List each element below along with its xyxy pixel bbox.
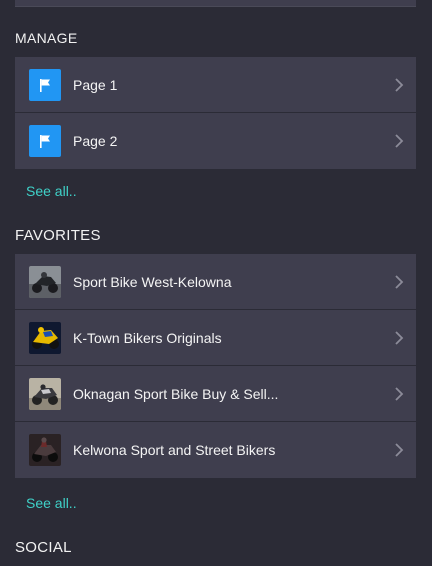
chevron-right-icon [395, 78, 404, 92]
favorite-item-label: Sport Bike West-Kelowna [73, 274, 232, 290]
chevron-right-icon [395, 443, 404, 457]
manage-item-page-1[interactable]: Page 1 [15, 57, 416, 113]
manage-item-label: Page 2 [73, 133, 118, 149]
motorcycle-thumbnail [29, 322, 61, 354]
favorite-item-label: Oknagan Sport Bike Buy & Sell... [73, 386, 279, 402]
chevron-right-icon [395, 331, 404, 345]
chevron-right-icon [395, 275, 404, 289]
favorite-item-label: K-Town Bikers Originals [73, 330, 222, 346]
manage-item-page-2[interactable]: Page 2 [15, 113, 416, 169]
manage-see-all-link[interactable]: See all.. [26, 183, 77, 199]
favorites-see-all-link[interactable]: See all.. [26, 495, 77, 511]
favorite-item-kelwona-sport-and-street-bikers[interactable]: Kelwona Sport and Street Bikers [15, 422, 416, 478]
motorcycle-thumbnail [29, 266, 61, 298]
manage-item-label: Page 1 [73, 77, 118, 93]
favorite-item-sport-bike-west-kelowna[interactable]: Sport Bike West-Kelowna [15, 254, 416, 310]
favorites-header: FAVORITES [15, 227, 101, 244]
previous-card-edge [15, 0, 416, 7]
manage-list: Page 1 Page 2 [15, 57, 416, 169]
motorcycle-thumbnail [29, 434, 61, 466]
flag-icon [29, 69, 61, 101]
favorites-list: Sport Bike West-Kelowna K-Town Bikers Or… [15, 254, 416, 478]
chevron-right-icon [395, 387, 404, 401]
chevron-right-icon [395, 134, 404, 148]
social-header: SOCIAL [15, 539, 72, 556]
manage-header: MANAGE [15, 30, 78, 46]
favorite-item-oknagan-sport-bike-buy-sell[interactable]: Oknagan Sport Bike Buy & Sell... [15, 366, 416, 422]
menu-screen: MANAGE Page 1 Page 2 See all.. FAVORITES… [0, 0, 432, 566]
flag-icon [29, 125, 61, 157]
favorite-item-k-town-bikers-originals[interactable]: K-Town Bikers Originals [15, 310, 416, 366]
favorite-item-label: Kelwona Sport and Street Bikers [73, 442, 276, 458]
motorcycle-thumbnail [29, 378, 61, 410]
